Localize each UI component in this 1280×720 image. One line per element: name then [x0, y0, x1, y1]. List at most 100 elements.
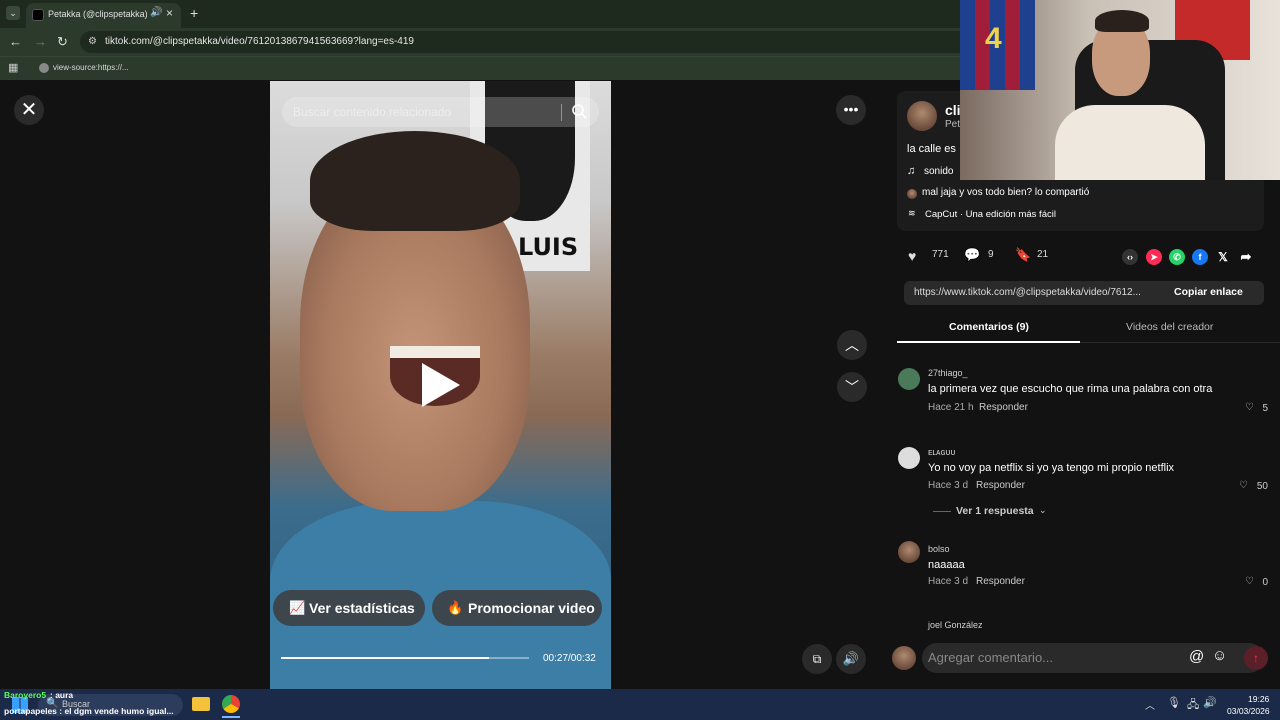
sound-name[interactable]: sonido — [924, 166, 953, 177]
comment-item: 27thiago_ la primera vez que escucho que… — [898, 366, 1268, 426]
video-player[interactable]: LUIS Buscar contenido relacionado 📈 Ver … — [270, 81, 611, 689]
close-tab-icon[interactable]: × — [166, 6, 173, 20]
clock-time[interactable]: 19:26 — [1248, 694, 1269, 704]
chrome-icon[interactable] — [222, 695, 240, 713]
comment-like-icon[interactable]: ♡ — [1239, 480, 1248, 491]
copy-link-button[interactable]: Copiar enlace — [1174, 286, 1243, 298]
apps-grid-icon[interactable]: ▦ — [8, 61, 18, 74]
next-video-button[interactable]: ﹀ — [837, 372, 867, 402]
chat-username: Baroyero5 — [4, 690, 47, 700]
video-link-field[interactable]: https://www.tiktok.com/@clipspetakka/vid… — [904, 281, 1264, 305]
comment-input-placeholder: Agregar comentario... — [928, 650, 1054, 665]
reply-button[interactable]: Responder — [979, 402, 1028, 413]
commenter-avatar[interactable] — [898, 541, 920, 563]
search-icon[interactable] — [571, 103, 587, 124]
commenter-avatar[interactable] — [898, 447, 920, 469]
tray-chevron-up-icon[interactable]: ︿ — [1145, 697, 1155, 712]
mention-icon[interactable]: @ — [1189, 648, 1204, 665]
comment-username[interactable]: joel González — [928, 620, 983, 630]
comment-text: la primera vez que escucho que rima una … — [928, 383, 1213, 395]
chevron-down-icon[interactable]: ⌄ — [1039, 505, 1047, 516]
webcam-overlay: 4 — [960, 0, 1280, 180]
search-divider — [561, 104, 562, 121]
author-avatar[interactable] — [907, 101, 937, 131]
back-icon[interactable]: ← — [9, 34, 22, 49]
comment-like-count: 50 — [1256, 481, 1268, 492]
tab-creator-videos[interactable]: Videos del creador — [1126, 321, 1213, 333]
replies-divider — [933, 511, 951, 512]
video-hair — [310, 131, 520, 231]
browser-tab[interactable]: Petakka (@clipspetakka) | T 🔊 × — [26, 3, 181, 28]
x-icon[interactable]: 𝕏 — [1215, 249, 1231, 265]
capcut-icon: ≋ — [908, 208, 916, 218]
bookmark-item[interactable]: view-source:https://... — [53, 63, 129, 72]
comment-like-icon[interactable]: ♡ — [1245, 402, 1254, 413]
poster-text: LUIS — [518, 233, 579, 261]
bookmark-icon[interactable]: 🔖 — [1015, 247, 1031, 263]
speaker-icon[interactable]: 🔊 — [150, 7, 162, 18]
play-icon[interactable] — [422, 363, 460, 407]
view-stats-button[interactable]: 📈 Ver estadísticas — [273, 590, 425, 626]
comment-username[interactable]: bolso — [928, 544, 950, 554]
video-progress-fill — [281, 657, 490, 659]
comment-time: Hace 3 d — [928, 480, 969, 491]
share-arrow-icon[interactable]: ➦ — [1238, 249, 1254, 265]
new-tab-button[interactable]: + — [190, 5, 198, 21]
current-user-avatar — [892, 646, 916, 670]
comment-time: Hace 21 h — [928, 402, 974, 413]
chat-line-two: portapapeles : el dgm vende humo igual..… — [4, 706, 174, 716]
network-icon[interactable]: 🖧 — [1187, 696, 1199, 715]
comment-username[interactable]: 27thiago_ — [928, 368, 968, 378]
tab-list-button[interactable]: ⌄ — [6, 6, 20, 20]
reply-button[interactable]: Responder — [976, 480, 1025, 491]
shared-by-text: mal jaja y vos todo bien? lo compartió — [922, 187, 1090, 198]
promote-video-label: Promocionar video — [468, 600, 595, 616]
volume-button[interactable]: 🔊 — [836, 644, 866, 674]
webcam-person-shirt — [1055, 105, 1205, 180]
author-name[interactable]: cli — [945, 102, 961, 118]
like-icon[interactable]: ♥ — [908, 248, 916, 264]
comment-like-icon[interactable]: ♡ — [1245, 576, 1254, 587]
chat-message: : aura — [50, 690, 74, 700]
facebook-icon[interactable]: f — [1192, 249, 1208, 265]
windows-taskbar: 🔍 Buscar Baroyero5 : aura portapapeles :… — [0, 689, 1280, 720]
video-caption: la calle es — [907, 143, 956, 155]
tiktok-favicon-icon — [32, 9, 44, 21]
comment-input[interactable]: Agregar comentario... @ ☺ — [922, 643, 1264, 673]
reply-button[interactable]: Responder — [976, 576, 1025, 587]
commenter-avatar[interactable] — [898, 368, 920, 390]
view-replies-button[interactable]: Ver 1 respuesta — [956, 505, 1034, 517]
music-note-icon: ♫ — [907, 165, 916, 177]
comment-item: bolso naaaaa Hace 3 d Responder ♡ 0 — [898, 541, 1268, 591]
video-progress-bar[interactable] — [281, 657, 529, 659]
forward-icon[interactable]: → — [34, 34, 47, 49]
file-explorer-icon[interactable] — [192, 697, 210, 711]
related-search-input[interactable]: Buscar contenido relacionado — [282, 97, 599, 127]
whatsapp-icon[interactable]: ✆ — [1169, 249, 1185, 265]
capcut-link[interactable]: CapCut · Una edición más fácil — [925, 209, 1056, 220]
send-icon[interactable]: ➤ — [1146, 249, 1162, 265]
clock-date[interactable]: 03/03/2026 — [1227, 706, 1270, 716]
post-comment-button[interactable]: ↑ — [1244, 646, 1268, 670]
picture-in-picture-button[interactable]: ⧉ — [802, 644, 832, 674]
more-options-button[interactable]: ••• — [836, 95, 866, 125]
site-info-icon[interactable]: ⚙ — [88, 36, 97, 47]
previous-video-button[interactable]: ︿ — [837, 330, 867, 360]
url-field[interactable]: ⚙ tiktok.com/@clipspetakka/video/7612013… — [80, 31, 980, 53]
bookmark-favicon-icon — [39, 63, 49, 73]
embed-icon[interactable]: ‹› — [1122, 249, 1138, 265]
tab-comments[interactable]: Comentarios (9) — [949, 321, 1029, 333]
comment-icon[interactable]: 💬 — [964, 247, 980, 263]
microphone-icon[interactable]: 🎙 — [1167, 696, 1181, 709]
comment-like-count: 5 — [1262, 403, 1268, 414]
shared-by-avatar — [907, 189, 917, 199]
chart-icon: 📈 — [289, 600, 306, 615]
reload-icon[interactable]: ↻ — [57, 34, 68, 50]
flame-icon: 🔥 — [447, 600, 464, 615]
close-video-button[interactable]: ✕ — [14, 95, 44, 125]
promote-video-button[interactable]: 🔥 Promocionar video — [432, 590, 602, 626]
video-timecode: 00:27/00:32 — [543, 653, 596, 664]
emoji-icon[interactable]: ☺ — [1212, 647, 1227, 664]
comment-username[interactable]: ᴇʟᴀɢᴜᴜ — [928, 447, 955, 457]
volume-tray-icon[interactable]: 🔊 — [1203, 696, 1217, 709]
